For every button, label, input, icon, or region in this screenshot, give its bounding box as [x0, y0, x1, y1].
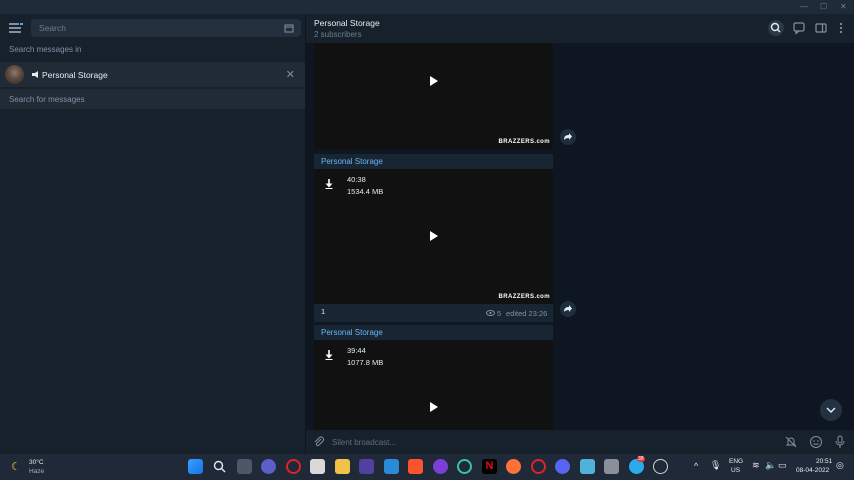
chat-header: Personal Storage 2 subscribers — [306, 14, 854, 43]
start-icon[interactable] — [188, 459, 203, 474]
firefox-icon[interactable] — [506, 459, 521, 474]
video-message[interactable]: BRAZZERS.com — [314, 43, 553, 149]
search-in-label: Search messages in — [9, 45, 82, 54]
message-composer — [306, 430, 854, 454]
app-icon[interactable] — [457, 459, 472, 474]
virtualbox-icon[interactable] — [604, 459, 619, 474]
views-eye-icon — [486, 310, 495, 316]
teams-chat-icon[interactable] — [261, 459, 276, 474]
menu-icon[interactable] — [9, 23, 23, 33]
app-icon[interactable] — [653, 459, 668, 474]
chat-panel: Personal Storage 2 subscribers BRAZZERS.… — [306, 14, 854, 454]
opera-gx-icon[interactable] — [531, 459, 546, 474]
silent-bell-icon[interactable] — [785, 436, 797, 448]
play-icon[interactable] — [430, 76, 438, 86]
app-icon[interactable] — [433, 459, 448, 474]
video-size: 1534.4 MB — [347, 187, 384, 196]
scroll-down-button[interactable] — [820, 399, 842, 421]
telegram-badge: 38 — [637, 456, 645, 462]
sidebar: Search messages in Personal Storage ✕ Se… — [0, 14, 305, 454]
avatar — [5, 65, 24, 84]
discord-icon[interactable] — [555, 459, 570, 474]
close-button[interactable]: ✕ — [840, 2, 847, 11]
battery-icon[interactable]: ▭ — [778, 460, 787, 471]
forward-icon — [564, 305, 572, 312]
message-footer: 1 5 edited 23:26 — [314, 304, 553, 322]
comments-icon[interactable] — [792, 21, 806, 35]
weather-temp[interactable]: 30°C — [29, 459, 44, 466]
chat-name: Personal Storage — [42, 70, 108, 80]
netflix-icon[interactable]: N — [482, 459, 497, 474]
video-message[interactable]: Personal Storage 39:44 1077.8 MB — [314, 325, 553, 430]
attach-icon[interactable] — [313, 436, 325, 448]
video-watermark: BRAZZERS.com — [498, 294, 550, 300]
clock-date[interactable]: 08-04-2022 — [796, 467, 829, 474]
app-icon[interactable] — [580, 459, 595, 474]
notifications-icon[interactable]: ◎ — [836, 460, 844, 471]
edited-time: edited 23:26 — [506, 309, 548, 318]
search-for-messages[interactable]: Search for messages — [0, 89, 305, 109]
share-button[interactable] — [560, 301, 576, 317]
chevron-down-icon — [826, 407, 836, 414]
chat-title[interactable]: Personal Storage — [314, 18, 380, 28]
view-count: 5 — [497, 309, 502, 318]
download-icon[interactable] — [325, 350, 333, 360]
opera-icon[interactable] — [286, 459, 301, 474]
volume-icon[interactable]: 🔈 — [765, 460, 776, 471]
play-icon[interactable] — [430, 231, 438, 241]
language[interactable]: ENG — [729, 458, 743, 465]
store-icon[interactable] — [310, 459, 325, 474]
chevron-up-icon[interactable]: ^ — [694, 461, 698, 471]
video-watermark: BRAZZERS.com — [498, 139, 550, 145]
brave-icon[interactable] — [408, 459, 423, 474]
sidebar-toggle-icon[interactable] — [814, 21, 828, 35]
sender-name[interactable]: Personal Storage — [321, 157, 383, 166]
weather-moon-icon[interactable]: ☾ — [11, 460, 21, 473]
subscriber-count: 2 subscribers — [314, 30, 362, 39]
video-thumbnail[interactable]: 39:44 1077.8 MB — [314, 340, 553, 430]
window-titlebar: — ☐ ✕ — [0, 0, 854, 14]
maximize-button[interactable]: ☐ — [820, 2, 827, 11]
more-vertical-icon[interactable] — [834, 21, 848, 35]
message-caption: 1 — [321, 307, 326, 316]
microphone-icon[interactable] — [834, 435, 846, 449]
download-icon[interactable] — [325, 179, 333, 189]
app-icon[interactable] — [384, 459, 399, 474]
video-message[interactable]: Personal Storage 40:38 1534.4 MB BRAZZER… — [314, 154, 553, 322]
minimize-button[interactable]: — — [800, 2, 808, 11]
share-button[interactable] — [560, 129, 576, 145]
search-box[interactable] — [31, 19, 301, 37]
sender-name[interactable]: Personal Storage — [321, 328, 383, 337]
video-thumbnail[interactable]: 40:38 1534.4 MB BRAZZERS.com — [314, 169, 553, 304]
task-view-icon[interactable] — [237, 459, 252, 474]
taskbar-search-icon[interactable] — [212, 459, 227, 474]
chat-item-personal-storage[interactable]: Personal Storage ✕ — [0, 62, 305, 87]
forward-icon — [564, 133, 572, 140]
region[interactable]: US — [731, 467, 740, 474]
file-explorer-icon[interactable] — [335, 459, 350, 474]
video-duration: 40:38 — [347, 175, 366, 184]
app-icon[interactable] — [359, 459, 374, 474]
microphone-tray-icon[interactable]: 🎙 — [710, 460, 721, 471]
video-duration: 39:44 — [347, 346, 366, 355]
telegram-icon[interactable]: 38 — [629, 456, 645, 474]
video-size: 1077.8 MB — [347, 358, 384, 367]
close-icon[interactable]: ✕ — [286, 68, 295, 81]
weather-desc[interactable]: Haze — [29, 468, 44, 475]
message-input[interactable] — [332, 434, 752, 450]
calendar-icon[interactable] — [284, 23, 294, 33]
play-icon[interactable] — [430, 402, 438, 412]
search-input[interactable] — [39, 19, 269, 37]
video-thumbnail[interactable]: BRAZZERS.com — [314, 43, 553, 149]
wifi-icon[interactable]: ≋ — [752, 460, 760, 471]
search-icon[interactable] — [768, 20, 784, 36]
emoji-icon[interactable] — [809, 435, 823, 449]
taskbar: ☾ 30°C Haze N 38 ^ 🎙 ENG US ≋ 🔈 ▭ 20:51 … — [0, 454, 854, 480]
channel-icon — [32, 71, 38, 78]
clock-time[interactable]: 20:51 — [816, 458, 832, 465]
